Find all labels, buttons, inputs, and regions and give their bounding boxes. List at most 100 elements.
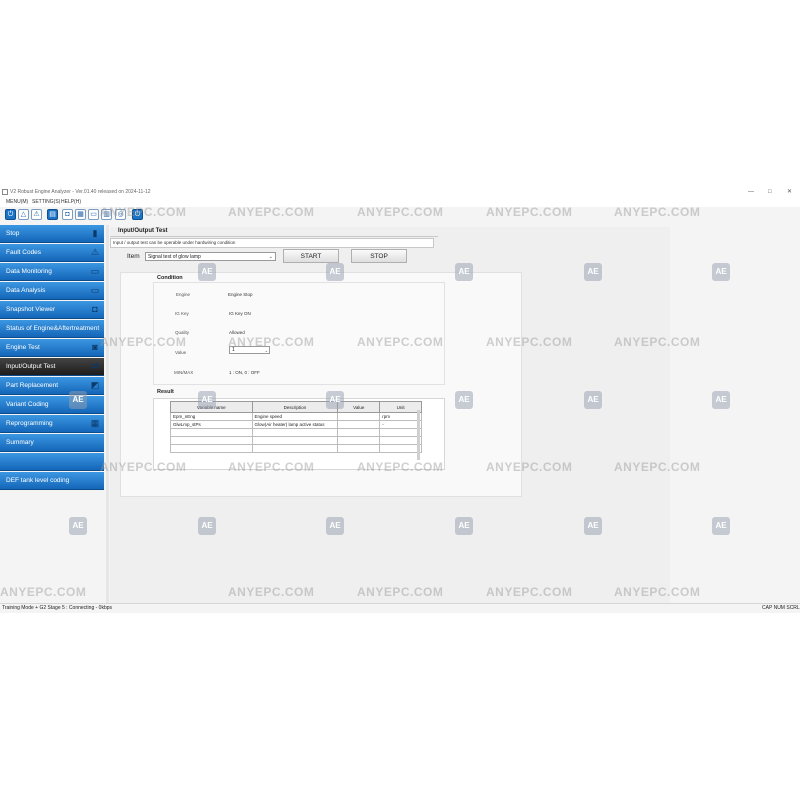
- warning-icon[interactable]: ⚠: [31, 209, 42, 220]
- watermark-text: ANYEPC.COM: [357, 585, 444, 599]
- watermark-text: ANYEPC.COM: [614, 585, 701, 599]
- watermark-text: ANYEPC.COM: [228, 585, 315, 599]
- watermark-badge: AE: [198, 263, 216, 281]
- watermark-text: ANYEPC.COM: [357, 460, 444, 474]
- watermark-text: ANYEPC.COM: [486, 205, 573, 219]
- item-label: Item: [127, 253, 140, 260]
- title-bar: V2 Robust Engine Analyzer - Ver.01.40 re…: [0, 187, 800, 198]
- sidebar-item[interactable]: Part Replacement ◩: [0, 377, 104, 395]
- watermark-text: ANYEPC.COM: [357, 335, 444, 349]
- plug-icon[interactable]: ▭: [88, 209, 99, 220]
- window-title: V2 Robust Engine Analyzer - Ver.01.40 re…: [10, 189, 151, 195]
- column-header: Value: [337, 401, 381, 413]
- table-row[interactable]: Epm_nEng Engine speed rpm: [170, 412, 422, 421]
- sidebar-item[interactable]: Reprogramming ▦: [0, 415, 104, 433]
- table-scrollbar[interactable]: [417, 410, 420, 460]
- item-select-value: Signal test of glow lamp: [148, 254, 201, 260]
- sidebar-item[interactable]: Status of Engine&Aftertreatment: [0, 320, 104, 338]
- sidebar-item[interactable]: Input/Output Test ⇄: [0, 358, 104, 376]
- sidebar-item[interactable]: Data Monitoring ▭: [0, 263, 104, 281]
- condition-key: IG Key: [175, 311, 189, 316]
- table-row[interactable]: [170, 444, 422, 453]
- app-icon: [2, 189, 8, 195]
- table-cell: [170, 428, 253, 437]
- sidebar-item[interactable]: DEF tank level coding: [0, 472, 104, 490]
- sidebar-item[interactable]: Stop ▮: [0, 225, 104, 243]
- table-row[interactable]: [170, 428, 422, 437]
- swap-icon: ⇄: [91, 361, 99, 371]
- sidebar-item[interactable]: Variant Coding: [0, 396, 104, 414]
- watermark-text: ANYEPC.COM: [228, 460, 315, 474]
- sidebar-item[interactable]: Snapshot Viewer ◘: [0, 301, 104, 319]
- sidebar-item[interactable]: Fault Codes ⚠: [0, 244, 104, 262]
- watermark-text: ANYEPC.COM: [228, 205, 315, 219]
- main-content: Input/Output Test Input / output test ca…: [110, 227, 670, 611]
- minmax-value: 1 : ON, 0 : OFF: [229, 370, 260, 375]
- table-cell: [379, 428, 422, 437]
- menu-item-menu[interactable]: MENU(M): [6, 198, 28, 207]
- minimize-button[interactable]: —: [748, 187, 754, 198]
- sidebar-item-label: Input/Output Test: [6, 363, 56, 370]
- sidebar-item-label: Reprogramming: [6, 420, 53, 427]
- power-icon[interactable]: ⏻: [5, 209, 16, 220]
- watermark-badge: AE: [326, 391, 344, 409]
- table-cell: [170, 436, 253, 445]
- condition-title: Condition: [157, 275, 183, 281]
- watermark-text: ANYEPC.COM: [100, 205, 187, 219]
- sidebar-item[interactable]: [0, 453, 104, 471]
- warning-icon: ⚠: [90, 247, 100, 257]
- watermark-text: ANYEPC.COM: [614, 460, 701, 474]
- table-cell: Engine speed: [251, 412, 339, 421]
- chevron-down-icon: ⌄: [268, 254, 273, 260]
- sidebar-item[interactable]: Engine Test ◙: [0, 339, 104, 357]
- grid-icon[interactable]: ▦: [75, 209, 86, 220]
- watermark-badge: AE: [712, 263, 730, 281]
- watermark-badge: AE: [69, 391, 87, 409]
- document-icon[interactable]: ▤: [47, 209, 58, 220]
- sidebar-item-label: Part Replacement: [6, 382, 59, 389]
- sidebar-item-label: Engine Test: [6, 344, 40, 351]
- watermark-text: ANYEPC.COM: [0, 585, 87, 599]
- table-cell: [337, 444, 381, 453]
- table-row[interactable]: GlwLmp_stPs Glow(Air heater) lamp active …: [170, 420, 422, 429]
- watermark-text: ANYEPC.COM: [486, 585, 573, 599]
- sidebar-scrollbar[interactable]: [106, 225, 109, 613]
- page-title: Input/Output Test: [110, 227, 438, 237]
- sidebar-item-label: Snapshot Viewer: [6, 306, 56, 313]
- start-button[interactable]: START: [283, 249, 339, 263]
- alert-icon[interactable]: △: [18, 209, 29, 220]
- column-header: Unit: [379, 401, 422, 413]
- watermark-badge: AE: [198, 391, 216, 409]
- close-button[interactable]: ✕: [787, 187, 792, 198]
- sidebar-item-label: Fault Codes: [6, 249, 42, 256]
- maximize-button[interactable]: □: [768, 187, 772, 198]
- sidebar-item[interactable]: Summary: [0, 434, 104, 452]
- status-bar: Training Mode + G2 Stage 5 : Connecting …: [0, 603, 800, 613]
- table-cell: [337, 436, 381, 445]
- car-icon: ◙: [92, 342, 98, 352]
- monitor-icon: ▭: [90, 285, 100, 295]
- part-icon: ◩: [90, 380, 100, 390]
- stop-button[interactable]: STOP: [351, 249, 407, 263]
- table-cell: Epm_nEng: [170, 412, 253, 421]
- watermark-text: ANYEPC.COM: [486, 335, 573, 349]
- sidebar-item[interactable]: Data Analysis ▭: [0, 282, 104, 300]
- watermark-badge: AE: [712, 517, 730, 535]
- table-cell: [379, 436, 422, 445]
- watermark-badge: AE: [712, 391, 730, 409]
- table-cell: Glow(Air heater) lamp active status: [251, 420, 339, 429]
- camera-icon[interactable]: ◘: [62, 209, 73, 220]
- result-title: Result: [157, 389, 174, 395]
- watermark-badge: AE: [584, 391, 602, 409]
- menu-item-help[interactable]: HELP(H): [61, 198, 81, 207]
- table-cell: [337, 420, 381, 429]
- watermark-badge: AE: [198, 517, 216, 535]
- watermark-badge: AE: [69, 517, 87, 535]
- table-row[interactable]: [170, 436, 422, 445]
- menu-item-setting[interactable]: SETTING(S): [32, 198, 60, 207]
- battery-icon: ▮: [92, 228, 98, 238]
- app-window: V2 Robust Engine Analyzer - Ver.01.40 re…: [0, 187, 800, 613]
- table-cell: [337, 428, 381, 437]
- sidebar-item-label: Summary: [6, 439, 34, 446]
- item-select[interactable]: Signal test of glow lamp ⌄: [145, 252, 276, 261]
